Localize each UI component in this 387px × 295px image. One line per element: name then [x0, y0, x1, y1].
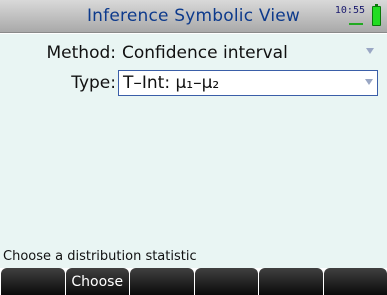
- method-label: Method:: [46, 43, 117, 63]
- softkey-1[interactable]: [1, 268, 65, 295]
- softkey-6[interactable]: [323, 268, 387, 295]
- method-value: Confidence interval: [122, 43, 288, 63]
- connectivity-icon: [349, 19, 363, 25]
- type-label: Type:: [71, 73, 116, 93]
- softkey-3[interactable]: [130, 268, 194, 295]
- choose-button[interactable]: Choose: [65, 268, 129, 295]
- method-select[interactable]: Confidence interval: [118, 40, 378, 66]
- type-value: T–Int: μ₁–μ₂: [123, 73, 220, 93]
- clock: 10:55: [334, 5, 365, 16]
- view-title: Inference Symbolic View: [86, 6, 301, 26]
- status-prompt: Choose a distribution statistic: [0, 246, 387, 268]
- chevron-down-icon: [365, 79, 373, 85]
- symbolic-view-content: Method: Confidence interval Type: T–Int:…: [0, 34, 387, 246]
- title-bar: Inference Symbolic View 10:55: [0, 0, 387, 33]
- method-row: Method: Confidence interval: [0, 40, 387, 66]
- chevron-down-icon: [366, 48, 374, 54]
- softkey-menu: Choose: [0, 268, 387, 295]
- type-select[interactable]: T–Int: μ₁–μ₂: [118, 70, 378, 96]
- battery-icon: [372, 4, 381, 26]
- softkey-5[interactable]: [259, 268, 323, 295]
- type-row: Type: T–Int: μ₁–μ₂: [0, 70, 387, 96]
- softkey-4[interactable]: [194, 268, 258, 295]
